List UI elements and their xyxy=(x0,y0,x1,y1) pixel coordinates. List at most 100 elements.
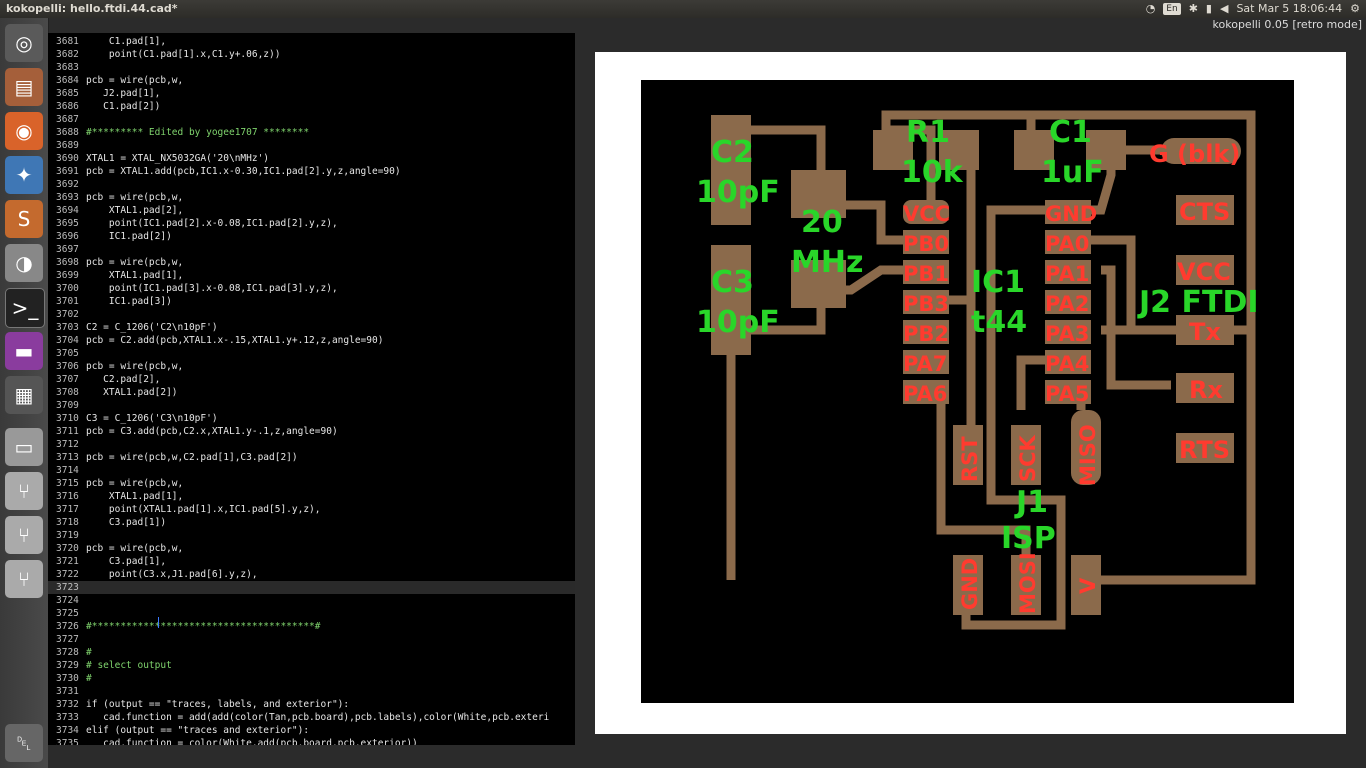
code-line[interactable]: 3723 xyxy=(48,581,575,594)
line-number: 3686 xyxy=(56,101,79,112)
code-line[interactable]: 3682 point(C1.pad[1].x,C1.y+.06,z)) xyxy=(48,48,575,61)
code-line[interactable]: 3718 C3.pad[1]) xyxy=(48,516,575,529)
bluetooth-icon[interactable]: ✱ xyxy=(1189,2,1198,15)
system-monitor-icon[interactable]: ◑ xyxy=(5,244,43,282)
code-line[interactable]: 3686 C1.pad[2]) xyxy=(48,100,575,113)
code-line[interactable]: 3730 # xyxy=(48,672,575,685)
code-line[interactable]: 3724 xyxy=(48,594,575,607)
code-line[interactable]: 3712 xyxy=(48,438,575,451)
code-line[interactable]: 3705 xyxy=(48,347,575,360)
usb-drive-icon[interactable]: ⑂ xyxy=(5,560,43,598)
code-line[interactable]: 3700 point(IC1.pad[3].x-0.08,IC1.pad[3].… xyxy=(48,282,575,295)
line-number: 3681 xyxy=(56,36,79,47)
code-line[interactable]: 3725 xyxy=(48,607,575,620)
clock[interactable]: Sat Mar 5 18:06:44 xyxy=(1236,2,1342,15)
code-line[interactable]: 3720 pcb = wire(pcb,w, xyxy=(48,542,575,555)
gear-icon[interactable]: ⚙ xyxy=(1350,2,1360,15)
code-line[interactable]: 3681 C1.pad[1], xyxy=(48,35,575,48)
code-line[interactable]: 3701 IC1.pad[3]) xyxy=(48,295,575,308)
code-line[interactable]: 3709 xyxy=(48,399,575,412)
code-line[interactable]: 3733 cad.function = add(add(color(Tan,pc… xyxy=(48,711,575,724)
code-line[interactable]: 3688 #********* Edited by yogee1707 *****… xyxy=(48,126,575,139)
code-line[interactable]: 3692 xyxy=(48,178,575,191)
code-line[interactable]: 3716 XTAL1.pad[1], xyxy=(48,490,575,503)
terminal-icon[interactable]: >_ xyxy=(5,288,45,328)
code-line[interactable]: 3731 xyxy=(48,685,575,698)
python-icon[interactable]: ✦ xyxy=(5,156,43,194)
code-line[interactable]: 3722 point(C3.x,J1.pad[6].y,z), xyxy=(48,568,575,581)
label-c1: C1 xyxy=(1049,115,1092,150)
code-line[interactable]: 3721 C3.pad[1], xyxy=(48,555,575,568)
code-line[interactable]: 3690 XTAL1 = XTAL_NX5032GA('20\nMHz') xyxy=(48,152,575,165)
code-line[interactable]: 3696 IC1.pad[2]) xyxy=(48,230,575,243)
code-line[interactable]: 3689 xyxy=(48,139,575,152)
line-number: 3716 xyxy=(56,491,79,502)
volume-icon[interactable]: ◀ xyxy=(1220,2,1228,15)
code-editor[interactable]: 3681 C1.pad[1], 3682 point(C1.pad[1].x,C1… xyxy=(48,33,575,745)
workspace-icon[interactable]: ▦ xyxy=(5,376,43,414)
usb-drive-icon[interactable]: ⑂ xyxy=(5,472,43,510)
code-line[interactable]: 3687 xyxy=(48,113,575,126)
code-line[interactable]: 3695 point(IC1.pad[2].x-0.08,IC1.pad[2].… xyxy=(48,217,575,230)
code-line[interactable]: 3710 C3 = C_1206('C3\n10pF') xyxy=(48,412,575,425)
launcher: ◎ ▤ ◉ ✦ S ◑ >_ ▬ ▦ ▭ ⑂ ⑂ ⑂ ␡ xyxy=(0,18,49,768)
code-line[interactable]: 3699 XTAL1.pad[1], xyxy=(48,269,575,282)
code-line[interactable]: 3729 # select output xyxy=(48,659,575,672)
label-c3: C3 xyxy=(711,265,754,300)
code-text: C3 = C_1206('C3\n10pF') xyxy=(86,413,218,424)
code-line[interactable]: 3685 J2.pad[1], xyxy=(48,87,575,100)
code-line[interactable]: 3707 C2.pad[2], xyxy=(48,373,575,386)
code-line[interactable]: 3735 cad.function = color(White.add(pcb.… xyxy=(48,737,575,745)
code-line[interactable]: 3706 pcb = wire(pcb,w, xyxy=(48,360,575,373)
code-line[interactable]: 3684 pcb = wire(pcb,w, xyxy=(48,74,575,87)
code-line[interactable]: 3708 XTAL1.pad[2]) xyxy=(48,386,575,399)
code-line[interactable]: 3728 # xyxy=(48,646,575,659)
label-v: V xyxy=(1076,577,1100,594)
code-line[interactable]: 3683 xyxy=(48,61,575,74)
code-line[interactable]: 3711 pcb = C3.add(pcb,C2.x,XTAL1.y-.1,z,a… xyxy=(48,425,575,438)
code-line[interactable]: 3691 pcb = XTAL1.add(pcb,IC1.x-0.30,IC1.p… xyxy=(48,165,575,178)
line-number: 3729 xyxy=(56,660,79,671)
label-pa6: PA6 xyxy=(903,382,947,406)
code-text: C1.pad[1], xyxy=(86,36,167,47)
line-number: 3685 xyxy=(56,88,79,99)
wifi-icon[interactable]: ◔ xyxy=(1146,2,1156,15)
files-icon[interactable]: ▤ xyxy=(5,68,43,106)
sublime-icon[interactable]: S xyxy=(5,200,43,238)
label-rst: RST xyxy=(958,436,982,482)
label-pb1: PB1 xyxy=(903,262,949,286)
code-text: C2 = C_1206('C2\n10pF') xyxy=(86,322,218,333)
code-line[interactable]: 3715 pcb = wire(pcb,w, xyxy=(48,477,575,490)
drive-icon[interactable]: ▭ xyxy=(5,428,43,466)
code-line[interactable]: 3698 pcb = wire(pcb,w, xyxy=(48,256,575,269)
code-text: # xyxy=(86,647,92,658)
code-line[interactable]: 3704 pcb = C2.add(pcb,XTAL1.x-.15,XTAL1.y… xyxy=(48,334,575,347)
ubuntu-logo-icon[interactable]: ◎ xyxy=(5,24,43,62)
code-line[interactable]: 3693 pcb = wire(pcb,w, xyxy=(48,191,575,204)
line-number: 3698 xyxy=(56,257,79,268)
usb-drive-icon[interactable]: ⑂ xyxy=(5,516,43,554)
code-line[interactable]: 3714 xyxy=(48,464,575,477)
code-line[interactable]: 3732 if (output == "traces, labels, and e… xyxy=(48,698,575,711)
code-line[interactable]: 3713 pcb = wire(pcb,w,C2.pad[1],C3.pad[2]… xyxy=(48,451,575,464)
code-line[interactable]: 3719 xyxy=(48,529,575,542)
code-text: XTAL1.pad[2], xyxy=(86,205,184,216)
code-line[interactable]: 3717 point(XTAL1.pad[1].x,IC1.pad[5].y,z… xyxy=(48,503,575,516)
code-line[interactable]: 3727 xyxy=(48,633,575,646)
code-line[interactable]: 3726 #***********************************… xyxy=(48,620,575,633)
code-line[interactable]: 3697 xyxy=(48,243,575,256)
trash-icon[interactable]: ␡ xyxy=(5,724,43,762)
pcb-viewer[interactable]: C2 10pF C3 10pF 20 MHz R1 10k C1 1uF IC1… xyxy=(595,52,1346,734)
keyboard-indicator[interactable]: En xyxy=(1163,2,1181,15)
firefox-icon[interactable]: ◉ xyxy=(5,112,43,150)
label-pb0: PB0 xyxy=(903,232,949,256)
code-line[interactable]: 3734 elif (output == "traces and exterior… xyxy=(48,724,575,737)
code-line[interactable]: 3702 xyxy=(48,308,575,321)
code-line[interactable]: 3694 XTAL1.pad[2], xyxy=(48,204,575,217)
code-line[interactable]: 3703 C2 = C_1206('C2\n10pF') xyxy=(48,321,575,334)
code-text: XTAL1 = XTAL_NX5032GA('20\nMHz') xyxy=(86,153,270,164)
line-number: 3708 xyxy=(56,387,79,398)
battery-icon[interactable]: ▮ xyxy=(1206,2,1212,15)
code-text: pcb = wire(pcb,w,C2.pad[1],C3.pad[2]) xyxy=(86,452,298,463)
app-icon[interactable]: ▬ xyxy=(5,332,43,370)
